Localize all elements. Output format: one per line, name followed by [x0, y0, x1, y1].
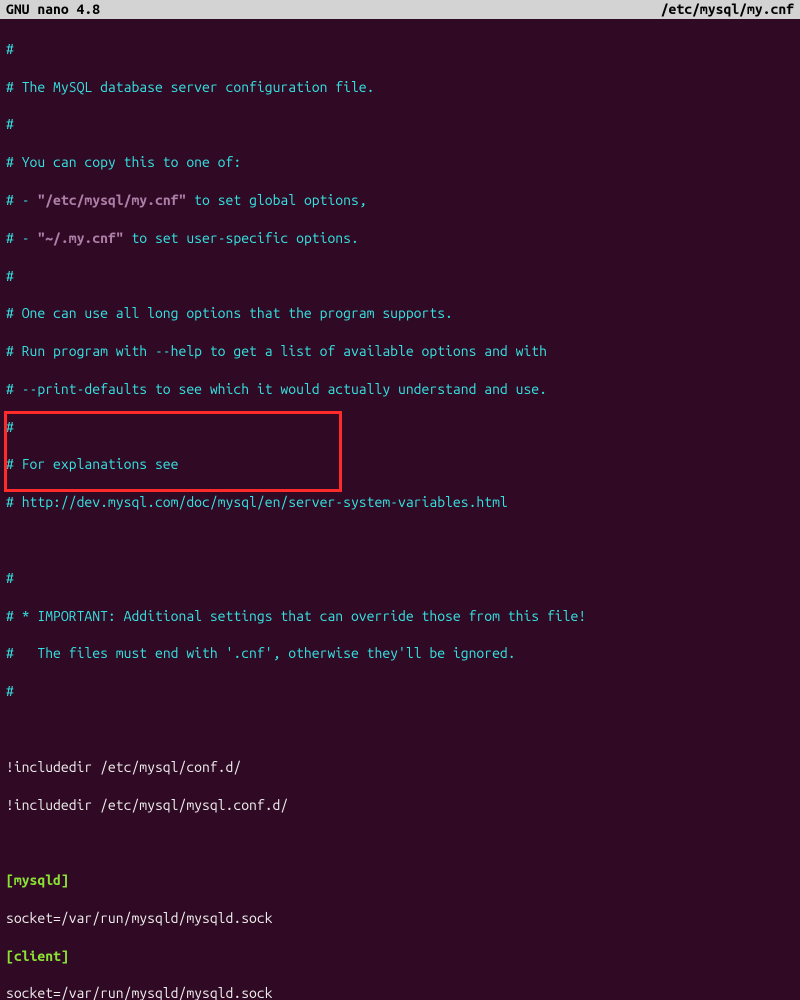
file-line: # Run program with --help to get a list … — [6, 342, 794, 361]
file-line: # The MySQL database server configuratio… — [6, 78, 794, 97]
file-line: # - "~/.my.cnf" to set user-specific opt… — [6, 229, 794, 248]
file-line — [6, 720, 794, 739]
file-line: # — [6, 682, 794, 701]
file-line — [6, 833, 794, 852]
file-line: socket=/var/run/mysqld/mysqld.sock — [6, 909, 794, 928]
nano-titlebar: GNU nano 4.8 /etc/mysql/my.cnf — [0, 0, 800, 19]
file-line — [6, 531, 794, 550]
file-line: socket=/var/run/mysqld/mysqld.sock — [6, 984, 794, 1000]
file-line: # — [6, 115, 794, 134]
file-line: # - "/etc/mysql/my.cnf" to set global op… — [6, 191, 794, 210]
file-line: # — [6, 40, 794, 59]
file-line: [client] — [6, 947, 794, 966]
file-line: [mysqld] — [6, 871, 794, 890]
file-line: # — [6, 418, 794, 437]
file-line: # One can use all long options that the … — [6, 304, 794, 323]
file-line: # — [6, 267, 794, 286]
file-line: # The files must end with '.cnf', otherw… — [6, 644, 794, 663]
file-line: !includedir /etc/mysql/mysql.conf.d/ — [6, 796, 794, 815]
editor-area[interactable]: # # The MySQL database server configurat… — [0, 19, 800, 1000]
file-line: # You can copy this to one of: — [6, 153, 794, 172]
nano-filepath: /etc/mysql/my.cnf — [661, 0, 794, 19]
file-line: !includedir /etc/mysql/conf.d/ — [6, 758, 794, 777]
file-line: # — [6, 569, 794, 588]
file-line: # --print-defaults to see which it would… — [6, 380, 794, 399]
nano-app-name: GNU nano 4.8 — [6, 0, 100, 19]
file-line: # For explanations see — [6, 455, 794, 474]
file-line: # * IMPORTANT: Additional settings that … — [6, 607, 794, 626]
file-line: # http://dev.mysql.com/doc/mysql/en/serv… — [6, 493, 794, 512]
